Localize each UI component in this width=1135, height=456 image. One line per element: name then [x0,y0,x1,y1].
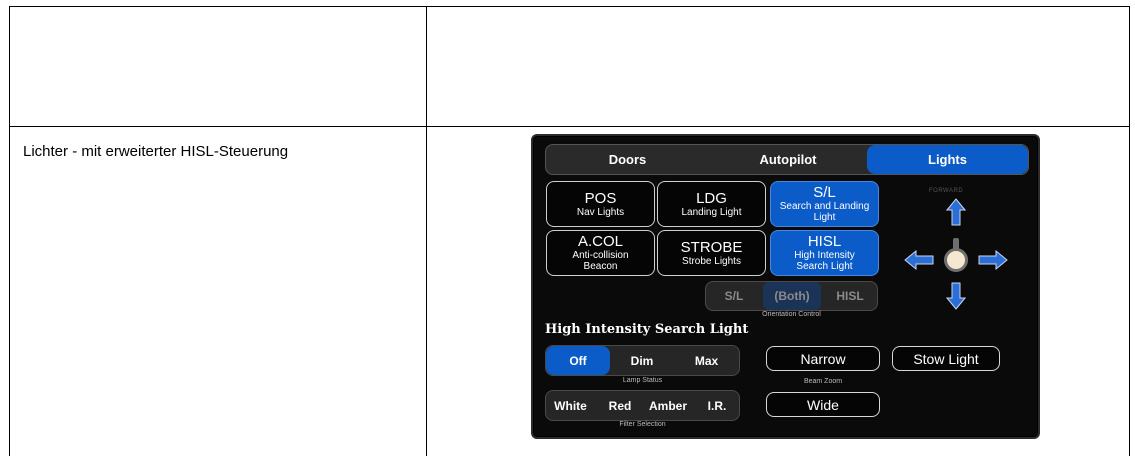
acol-button[interactable]: A.COL Anti-collision Beacon [546,230,655,276]
beam-wide-button[interactable]: Wide [766,392,880,417]
beam-narrow-button[interactable]: Narrow [766,346,880,371]
hisl-label: HISL [807,233,842,250]
hisl-section-title: High Intensity Search Light [545,322,749,337]
pos-label: POS [584,189,617,207]
pos-sublabel: Nav Lights [576,206,625,218]
tab-autopilot[interactable]: Autopilot [709,145,867,174]
sl-sublabel: Search and Landing Light [779,201,870,223]
ldg-button[interactable]: LDG Landing Light [657,181,766,227]
beam-zoom-caption: Beam Zoom [803,378,843,385]
orientation-sl-option[interactable]: S/L [706,282,762,310]
lamp-dim-option[interactable]: Dim [612,346,672,375]
acol-sublabel: Anti-collision Beacon [572,250,629,272]
orientation-both-option[interactable]: (Both) [763,282,821,310]
orientation-hisl-option[interactable]: HISL [822,282,877,310]
filter-selection-caption: Filter Selection [619,421,666,428]
table-row-divider [10,126,1129,127]
light-knob-icon[interactable] [944,248,968,272]
arrow-left-icon[interactable] [904,250,934,270]
tab-doors[interactable]: Doors [546,145,709,174]
filter-selection-control: White Red Amber I.R. [545,390,740,421]
forward-label: FORWARD [929,188,964,194]
lamp-max-option[interactable]: Max [674,346,739,375]
strobe-button[interactable]: STROBE Strobe Lights [657,230,766,276]
table-column-divider [426,7,427,456]
arrow-up-icon[interactable] [946,198,966,226]
filter-ir-option[interactable]: I.R. [696,391,738,420]
lamp-off-option[interactable]: Off [546,346,610,375]
ldg-sublabel: Landing Light [681,206,742,218]
lamp-status-caption: Lamp Status [622,377,663,384]
orientation-caption: Orientation Control [762,311,821,318]
strobe-sublabel: Strobe Lights [682,255,741,267]
filter-red-option[interactable]: Red [600,391,640,420]
hisl-sublabel: High Intensity Search Light [794,250,855,272]
arrow-down-icon[interactable] [946,282,966,310]
tab-lights[interactable]: Lights [867,145,1028,174]
filter-white-option[interactable]: White [546,391,595,420]
pos-button[interactable]: POS Nav Lights [546,181,655,227]
ldg-label: LDG [696,189,727,207]
acol-label: A.COL [577,233,623,250]
sl-button[interactable]: S/L Search and Landing Light [770,181,879,227]
sl-label: S/L [813,184,836,201]
tab-bar: Doors Autopilot Lights [545,144,1029,175]
lamp-status-control: Off Dim Max [545,345,740,376]
strobe-label: STROBE [680,238,743,256]
arrow-right-icon[interactable] [978,250,1008,270]
orientation-control: S/L (Both) HISL [705,281,878,311]
lights-control-panel: Doors Autopilot Lights POS Nav Lights LD… [531,134,1040,439]
row-label: Lichter - mit erweiterter HISL-Steuerung [23,143,289,160]
stow-light-button[interactable]: Stow Light [892,346,1000,371]
filter-amber-option[interactable]: Amber [642,391,694,420]
hisl-button[interactable]: HISL High Intensity Search Light [770,230,879,276]
